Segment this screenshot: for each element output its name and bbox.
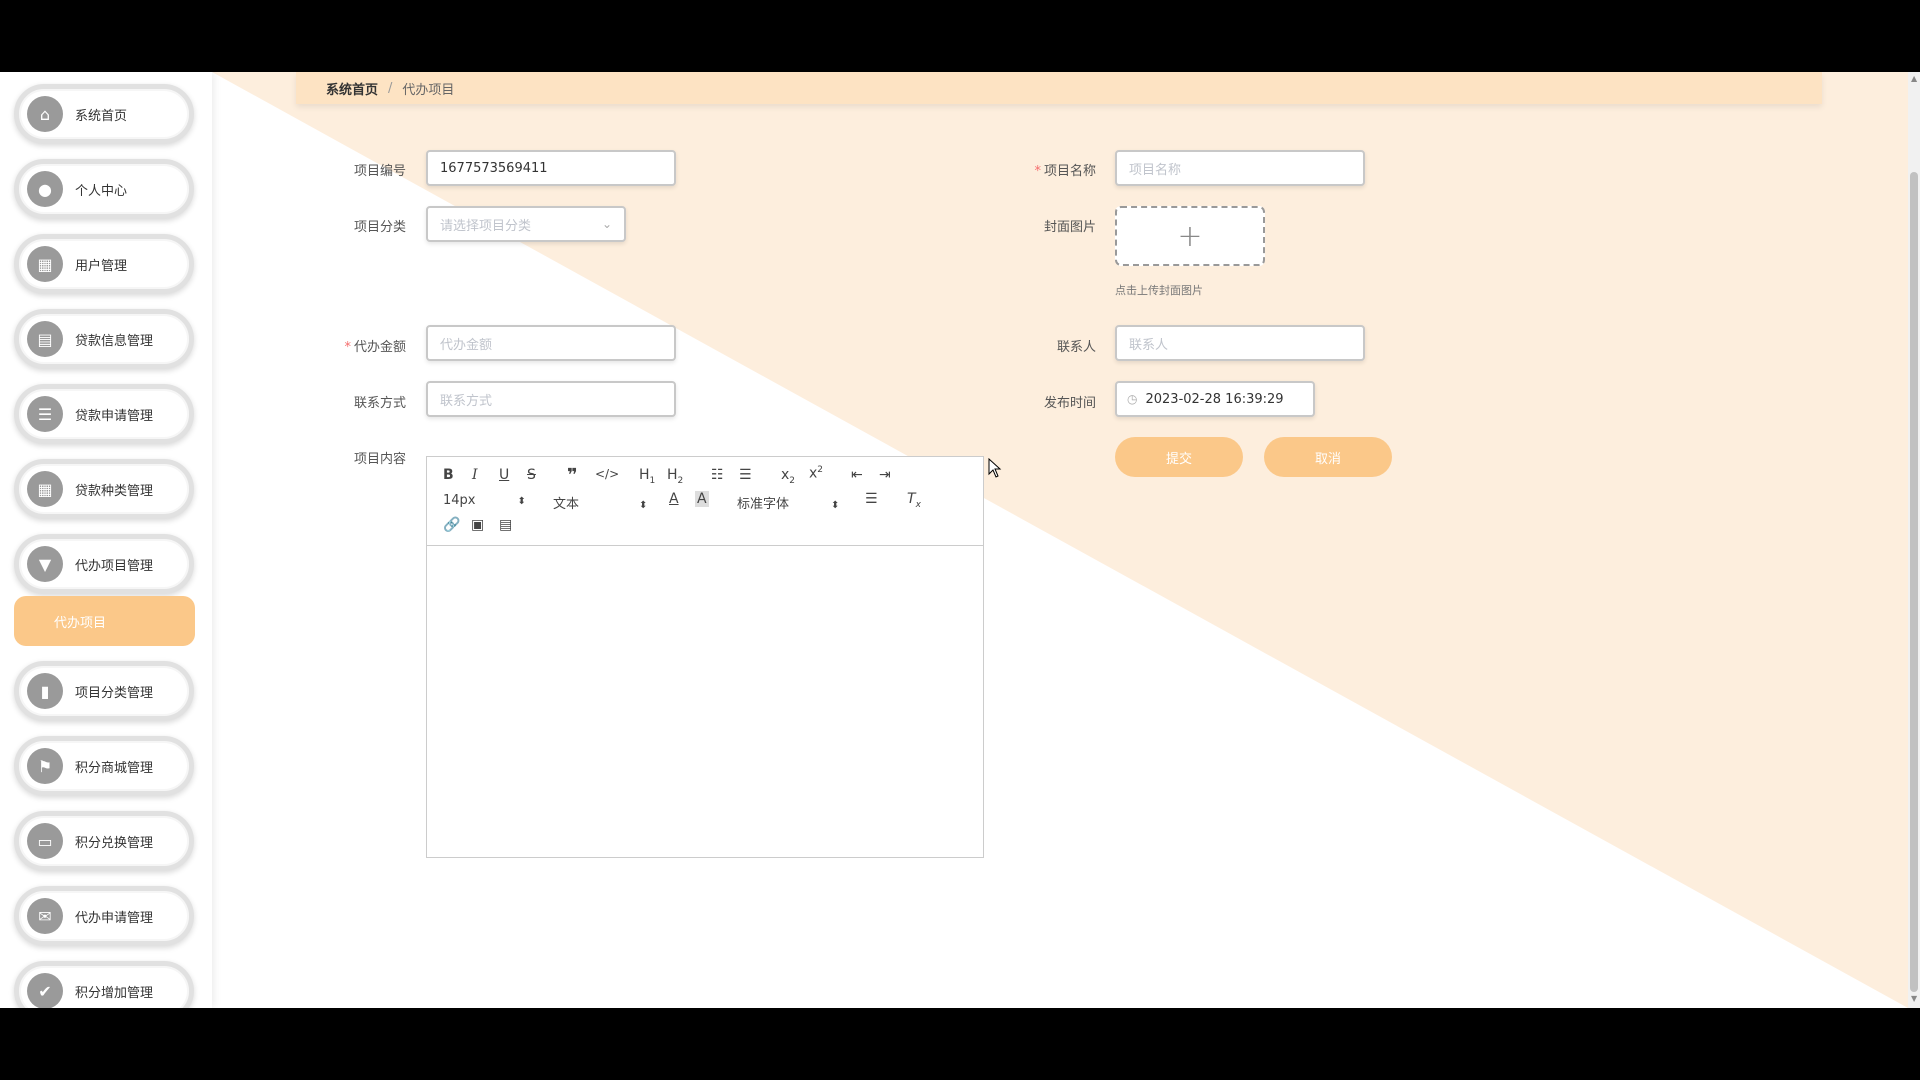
- sidebar-subitem-label: 代办项目: [54, 615, 107, 631]
- board-icon: ▼: [27, 546, 63, 582]
- code-icon[interactable]: </>: [595, 467, 619, 481]
- sidebar-item-loan-apply[interactable]: ☰ 贷款申请管理: [14, 384, 194, 444]
- contact-label: 联系人: [1056, 340, 1096, 355]
- heading1-icon[interactable]: H1: [639, 467, 655, 486]
- sidebar-item-label: 个人中心: [75, 183, 128, 199]
- project-no-label: 项目编号: [353, 164, 406, 179]
- sidebar-item-label: 用户管理: [75, 258, 128, 274]
- flag-icon: ⚑: [27, 748, 63, 784]
- sidebar-item-home[interactable]: ⌂ 系统首页: [14, 84, 194, 144]
- breadcrumb-current: 代办项目: [402, 82, 455, 98]
- contact-method-label: 联系方式: [353, 396, 406, 411]
- grid-icon: ▦: [27, 246, 63, 282]
- clock-icon: ◷: [1127, 392, 1138, 406]
- bold-icon[interactable]: B: [443, 467, 454, 483]
- strikethrough-icon[interactable]: S: [527, 467, 536, 483]
- editor-content-area[interactable]: [427, 546, 983, 858]
- category-label: 项目分类: [353, 220, 406, 235]
- project-name-label: * 项目名称: [1034, 164, 1096, 179]
- sidebar-item-loan-info[interactable]: ▤ 贷款信息管理: [14, 309, 194, 369]
- sidebar-subitem-agency-project[interactable]: 代办项目: [14, 596, 195, 646]
- amount-label: * 代办金额: [344, 340, 406, 355]
- category-select[interactable]: 请选择项目分类 ⌄: [426, 206, 626, 242]
- cover-upload[interactable]: +: [1115, 206, 1265, 266]
- grid-icon: ▦: [27, 471, 63, 507]
- sidebar-item-label: 代办项目管理: [75, 558, 154, 574]
- chevron-down-icon: ⌄: [601, 217, 612, 231]
- italic-icon[interactable]: I: [472, 467, 478, 483]
- project-no-input[interactable]: 1677573569411: [426, 150, 676, 186]
- rich-text-editor: B I U S ❞ </> H1 H2 ☷ ☰ x2 x2 ⇤ ⇥ 14px ⬍ …: [426, 456, 984, 858]
- publish-time-label: 发布时间: [1043, 396, 1096, 411]
- list-icon: ☰: [27, 396, 63, 432]
- sidebar-item-label: 项目分类管理: [75, 685, 154, 701]
- underline-icon[interactable]: U: [499, 467, 509, 483]
- contact-method-input[interactable]: 联系方式: [426, 381, 676, 417]
- scroll-down-icon[interactable]: ▼: [1911, 994, 1917, 1003]
- sidebar-item-personal[interactable]: ● 个人中心: [14, 159, 194, 219]
- sidebar-item-agency-apply[interactable]: ✉ 代办申请管理: [14, 886, 194, 946]
- indent-icon[interactable]: ⇥: [879, 467, 891, 483]
- publish-time-input[interactable]: ◷ 2023-02-28 16:39:29: [1115, 381, 1315, 417]
- ordered-list-icon[interactable]: ☷: [711, 467, 724, 483]
- sidebar-item-points-add[interactable]: ✔ 积分增加管理: [14, 961, 194, 1008]
- sidebar-item-label: 系统首页: [75, 108, 128, 124]
- link-icon[interactable]: 🔗: [443, 517, 460, 533]
- background-color-icon[interactable]: A: [695, 491, 709, 507]
- table-icon: ▤: [27, 321, 63, 357]
- page-scrollbar[interactable]: ▲ ▼: [1908, 72, 1920, 1008]
- sidebar-item-loan-type[interactable]: ▦ 贷款种类管理: [14, 459, 194, 519]
- image-icon[interactable]: ▣: [471, 517, 484, 533]
- scrollbar-thumb[interactable]: [1910, 172, 1918, 992]
- content-label: 项目内容: [353, 452, 406, 467]
- sidebar-item-label: 贷款种类管理: [75, 483, 154, 499]
- superscript-icon[interactable]: x2: [809, 465, 823, 482]
- project-name-input[interactable]: 项目名称: [1115, 150, 1365, 186]
- home-icon: ⌂: [27, 96, 63, 132]
- cover-upload-tip: 点击上传封面图片: [1115, 284, 1203, 297]
- sidebar-item-label: 积分增加管理: [75, 985, 154, 1001]
- breadcrumb-home[interactable]: 系统首页: [326, 79, 378, 98]
- subscript-icon[interactable]: x2: [781, 467, 795, 486]
- video-icon[interactable]: ▤: [499, 517, 512, 533]
- sidebar-item-agency-project[interactable]: ▼ 代办项目管理: [14, 534, 194, 594]
- sidebar-item-users[interactable]: ▦ 用户管理: [14, 234, 194, 294]
- contact-input[interactable]: 联系人: [1115, 325, 1365, 361]
- mouse-cursor-icon: [988, 458, 1002, 478]
- amount-input[interactable]: 代办金额: [426, 325, 676, 361]
- sidebar: ⌂ 系统首页 ● 个人中心 ▦ 用户管理 ▤ 贷款信息管理 ☰ 贷款申请管理 ▦…: [0, 72, 212, 1008]
- user-icon: ●: [27, 171, 63, 207]
- sidebar-item-points-exchange[interactable]: ▭ 积分兑换管理: [14, 811, 194, 871]
- sidebar-item-category[interactable]: ▮ 项目分类管理: [14, 661, 194, 721]
- cancel-button[interactable]: 取消: [1264, 437, 1392, 477]
- editor-toolbar: B I U S ❞ </> H1 H2 ☷ ☰ x2 x2 ⇤ ⇥ 14px ⬍ …: [427, 457, 983, 546]
- sidebar-item-points-mall[interactable]: ⚑ 积分商城管理: [14, 736, 194, 796]
- monitor-icon: ▭: [27, 823, 63, 859]
- ticket-icon: ✉: [27, 898, 63, 934]
- breadcrumb: 系统首页 / 代办项目: [296, 72, 1822, 104]
- breadcrumb-separator: /: [388, 80, 393, 96]
- sidebar-item-label: 贷款申请管理: [75, 408, 154, 424]
- font-size-select[interactable]: 14px ⬍: [443, 493, 526, 508]
- blockquote-icon[interactable]: ❞: [567, 465, 578, 486]
- thumb-up-icon: ✔: [27, 973, 63, 1008]
- bar-chart-icon: ▮: [27, 673, 63, 709]
- heading2-icon[interactable]: H2: [667, 467, 683, 486]
- clear-format-icon[interactable]: Tx: [907, 491, 921, 510]
- align-icon[interactable]: ☰: [865, 491, 878, 507]
- scroll-up-icon[interactable]: ▲: [1911, 74, 1917, 83]
- cover-label: 封面图片: [1043, 220, 1096, 235]
- outdent-icon[interactable]: ⇤: [851, 467, 863, 483]
- sidebar-item-label: 积分商城管理: [75, 760, 154, 776]
- sidebar-item-label: 积分兑换管理: [75, 835, 154, 851]
- app-window: ⌂ 系统首页 ● 个人中心 ▦ 用户管理 ▤ 贷款信息管理 ☰ 贷款申请管理 ▦…: [0, 72, 1920, 1008]
- sidebar-item-label: 代办申请管理: [75, 910, 154, 926]
- font-family-select[interactable]: 标准字体 ⬍: [737, 493, 839, 512]
- sidebar-item-label: 贷款信息管理: [75, 333, 154, 349]
- plus-icon: +: [1177, 218, 1203, 254]
- submit-button[interactable]: 提交: [1115, 437, 1243, 477]
- block-type-select[interactable]: 文本 ⬍: [553, 493, 647, 512]
- font-color-icon[interactable]: A: [669, 491, 679, 507]
- bullet-list-icon[interactable]: ☰: [739, 467, 752, 483]
